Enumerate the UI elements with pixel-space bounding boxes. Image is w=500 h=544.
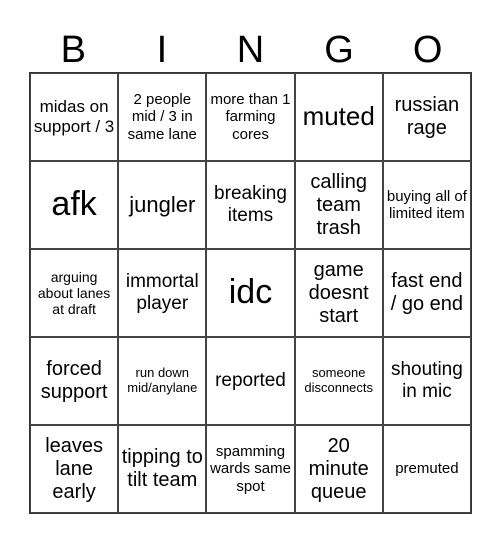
bingo-cell[interactable]: tipping to tilt team: [118, 425, 207, 513]
bingo-cell[interactable]: idc: [206, 249, 295, 337]
bingo-cell[interactable]: game doesnt start: [294, 249, 383, 337]
header-letter-i: I: [156, 29, 168, 71]
bingo-cell[interactable]: more than 1 farming cores: [206, 73, 295, 161]
bingo-cell[interactable]: someone disconnects: [294, 337, 383, 425]
header-letter-n: N: [236, 29, 265, 71]
bingo-cell[interactable]: buying all of limited item: [382, 161, 471, 249]
bingo-cell[interactable]: russian rage: [382, 73, 471, 161]
header-letter-g: G: [324, 29, 354, 71]
bingo-cell[interactable]: 20 minute queue: [294, 425, 383, 513]
bingo-cell[interactable]: premuted: [382, 425, 471, 513]
bingo-cell[interactable]: 2 people mid / 3 in same lane: [118, 73, 207, 161]
bingo-cell[interactable]: jungler: [118, 161, 207, 249]
bingo-cell[interactable]: forced support: [30, 337, 119, 425]
bingo-cell[interactable]: reported: [206, 337, 295, 425]
header-letter-o: O: [412, 29, 443, 71]
bingo-cell[interactable]: spamming wards same spot: [206, 425, 295, 513]
bingo-cell[interactable]: run down mid/anylane: [118, 337, 207, 425]
bingo-card: midas on support / 3 2 people mid / 3 in…: [29, 72, 472, 514]
bingo-cell[interactable]: fast end / go end: [382, 249, 471, 337]
bingo-cell[interactable]: midas on support / 3: [30, 73, 119, 161]
bingo-cell[interactable]: leaves lane early: [30, 425, 119, 513]
bingo-cell[interactable]: calling team trash: [294, 161, 383, 249]
bingo-cell[interactable]: shouting in mic: [382, 337, 471, 425]
bingo-cell[interactable]: arguing about lanes at draft: [30, 249, 119, 337]
bingo-header: B I N G O: [29, 28, 472, 72]
bingo-cell[interactable]: breaking items: [206, 161, 295, 249]
bingo-cell[interactable]: muted: [294, 73, 383, 161]
header-letter-b: B: [60, 29, 86, 71]
bingo-cell[interactable]: afk: [30, 161, 119, 249]
bingo-cell[interactable]: immortal player: [118, 249, 207, 337]
